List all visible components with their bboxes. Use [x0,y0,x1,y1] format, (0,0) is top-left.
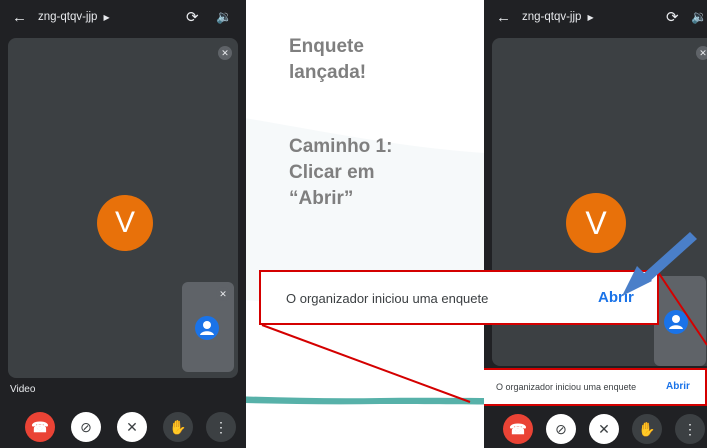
open-poll-button[interactable]: Abrir [666,381,690,392]
poll-notification-small: O organizador iniciou uma enquete Abrir [484,368,707,406]
caret-right-icon: ▶ [103,13,110,22]
meet-screen-right: ← zng-qtqv-jjp ▶ ⟳ 🔉 ✕ V O organizador in… [484,0,707,448]
switch-camera-icon[interactable]: ⟳ [186,8,199,26]
heading-path: Caminho 1: Clicar em “Abrir” [289,134,459,212]
more-vert-icon[interactable]: ⋮ [206,412,236,442]
meet-screen-left: ← zng-qtqv-jjp ▶ ⟳ 🔉 ✕ V ✕ Video ☎ ⊘ ✕ ✋ … [0,0,246,448]
meeting-code-text: zng-qtqv-jjp [522,11,582,23]
switch-camera-icon[interactable]: ⟳ [666,8,679,26]
meeting-code-text: zng-qtqv-jjp [38,11,98,23]
avatar: V [97,195,153,251]
top-bar: ← zng-qtqv-jjp ▶ ⟳ 🔉 [0,0,246,36]
camera-off-icon[interactable]: ⊘ [71,412,101,442]
participant-stage: ✕ V ✕ [8,38,238,378]
camera-off-icon[interactable]: ⊘ [546,414,576,444]
heading-line: Clicar em [289,162,375,183]
heading-line: Enquete [289,36,364,57]
self-view-tile[interactable] [654,276,706,366]
meeting-code[interactable]: zng-qtqv-jjp ▶ [522,11,594,23]
heading-line: “Abrir” [289,188,354,209]
speaker-icon[interactable]: 🔉 [691,9,707,25]
notification-text: O organizador iniciou uma enquete [496,382,637,392]
video-label: Video [10,384,36,395]
mic-off-icon[interactable]: ✕ [589,414,619,444]
raise-hand-icon[interactable]: ✋ [632,414,662,444]
arrow-back-icon[interactable]: ← [496,9,511,26]
heading-line: Caminho 1: [289,136,393,157]
mic-off-icon: ✕ [216,287,230,301]
heading-launched: Enquete lançada! [289,34,459,86]
mic-off-icon: ✕ [218,46,232,60]
avatar: V [566,193,626,253]
meeting-code[interactable]: zng-qtqv-jjp ▶ [38,11,110,23]
open-poll-button[interactable]: Abrir [598,289,634,306]
mic-off-icon: ✕ [696,46,707,60]
speaker-icon[interactable]: 🔉 [216,9,232,25]
notification-text: O organizador iniciou uma enquete [286,291,489,306]
more-vert-icon[interactable]: ⋮ [675,414,705,444]
self-view-tile[interactable]: ✕ [182,282,234,372]
poll-notification-zoom: O organizador iniciou uma enquete Abrir [259,270,659,325]
top-bar: ← zng-qtqv-jjp ▶ ⟳ 🔉 [484,0,707,36]
person-icon [664,310,688,334]
end-call-icon[interactable]: ☎ [25,412,55,442]
caret-right-icon: ▶ [587,13,594,22]
end-call-icon[interactable]: ☎ [503,414,533,444]
arrow-back-icon[interactable]: ← [12,9,27,26]
mic-off-icon[interactable]: ✕ [117,412,147,442]
person-icon [195,316,219,340]
heading-line: lançada! [289,62,367,83]
raise-hand-icon[interactable]: ✋ [163,412,193,442]
